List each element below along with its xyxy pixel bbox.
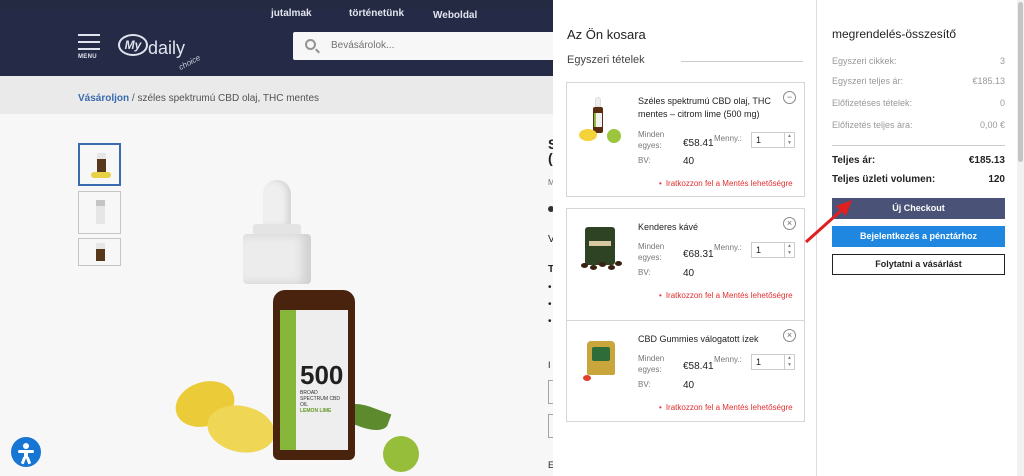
subscribe-save-link[interactable]: Iratkozzon fel a Mentés lehetőségre: [659, 403, 793, 412]
scrollbar-thumb[interactable]: [1018, 2, 1023, 162]
total-price-row: Teljes ár: €185.13: [832, 155, 1005, 166]
remove-item-button[interactable]: −: [783, 91, 796, 104]
summary-row-value: €185.13: [972, 76, 1005, 86]
summary-row: Egyszeri cikkek: 3: [832, 56, 1005, 66]
divider: [681, 61, 803, 62]
summary-row-value: 3: [999, 56, 1005, 66]
total-price-value: €185.13: [968, 155, 1005, 166]
quantity-label: Menny.:: [714, 243, 742, 252]
unit-price: €58.41: [683, 361, 714, 372]
bv-value: 40: [683, 156, 695, 167]
cart-item: Kenderes kávé × Minden egyes: €68.31 Men…: [566, 208, 805, 323]
summary-row-label: Egyszeri cikkek:: [832, 56, 897, 66]
summary-row-label: Előfizetés teljes ára:: [832, 120, 913, 130]
quantity-value: 1: [756, 245, 762, 255]
summary-row-label: Egyszeri teljes ár:: [832, 76, 904, 86]
unit-price-label: Minden egyes:: [638, 242, 665, 262]
one-time-items-heading: Egyszeri tételek: [567, 54, 645, 66]
cart-item-name[interactable]: CBD Gummies válogatott ízek: [638, 333, 778, 346]
total-volume-row: Teljes üzleti volumen: 120: [832, 174, 1005, 185]
cart-item: Széles spektrumú CBD olaj, THC mentes – …: [566, 82, 805, 197]
divider: [832, 145, 1005, 146]
accessibility-button[interactable]: [11, 437, 41, 467]
quantity-stepper[interactable]: 1 ▲ ▼: [751, 242, 795, 258]
continue-shopping-button[interactable]: Folytatni a vásárlást: [832, 254, 1005, 275]
product-thumbnail: [577, 333, 625, 389]
bv-value: 40: [683, 268, 695, 279]
unit-price-label: Minden egyes:: [638, 354, 665, 374]
unit-price: €58.41: [683, 138, 714, 149]
scrollbar[interactable]: [1017, 0, 1024, 476]
quantity-label: Menny.:: [714, 355, 742, 364]
page-overlay[interactable]: [0, 0, 553, 476]
close-icon: −: [786, 92, 793, 102]
cart-panel: Az Ön kosara Egyszeri tételek Széles spe…: [553, 0, 817, 476]
quantity-label: Menny.:: [714, 134, 742, 143]
quantity-value: 1: [756, 135, 762, 145]
quantity-value: 1: [756, 357, 762, 367]
bv-label: BV:: [638, 268, 651, 277]
subscribe-save-link[interactable]: Iratkozzon fel a Mentés lehetőségre: [659, 291, 793, 300]
close-icon: ×: [786, 218, 793, 228]
summary-row: Egyszeri teljes ár: €185.13: [832, 76, 1005, 86]
stepper-arrows-icon[interactable]: ▲ ▼: [784, 243, 794, 257]
quantity-stepper[interactable]: 1 ▲ ▼: [751, 354, 795, 370]
cart-item-name[interactable]: Kenderes kávé: [638, 221, 778, 234]
bv-label: BV:: [638, 380, 651, 389]
summary-row-label: Előfizetéses tételek:: [832, 98, 913, 108]
summary-row: Előfizetés teljes ára: 0,00 €: [832, 120, 1005, 130]
cart-title: Az Ön kosara: [567, 27, 646, 42]
stepper-arrows-icon[interactable]: ▲ ▼: [784, 355, 794, 369]
arrow-icon: [804, 200, 852, 244]
summary-title: megrendelés-összesítő: [832, 27, 957, 41]
summary-row-value: 0,00 €: [979, 120, 1005, 130]
bv-value: 40: [683, 380, 695, 391]
product-thumbnail: [577, 221, 625, 277]
bv-label: BV:: [638, 156, 651, 165]
unit-price-label: Minden egyes:: [638, 130, 665, 150]
close-icon: ×: [786, 330, 793, 340]
remove-item-button[interactable]: ×: [783, 217, 796, 230]
summary-row-value: 0: [999, 98, 1005, 108]
quantity-stepper[interactable]: 1 ▲ ▼: [751, 132, 795, 148]
remove-item-button[interactable]: ×: [783, 329, 796, 342]
cart-item: CBD Gummies válogatott ízek × Minden egy…: [566, 320, 805, 422]
total-price-label: Teljes ár:: [832, 155, 876, 166]
summary-row: Előfizetéses tételek: 0: [832, 98, 1005, 108]
total-volume-label: Teljes üzleti volumen:: [832, 174, 936, 185]
subscribe-save-link[interactable]: Iratkozzon fel a Mentés lehetőségre: [659, 179, 793, 188]
cart-item-name[interactable]: Széles spektrumú CBD olaj, THC mentes – …: [638, 95, 778, 121]
product-thumbnail: [577, 95, 625, 151]
stepper-arrows-icon[interactable]: ▲ ▼: [784, 133, 794, 147]
unit-price: €68.31: [683, 249, 714, 260]
total-volume-value: 120: [988, 174, 1005, 185]
